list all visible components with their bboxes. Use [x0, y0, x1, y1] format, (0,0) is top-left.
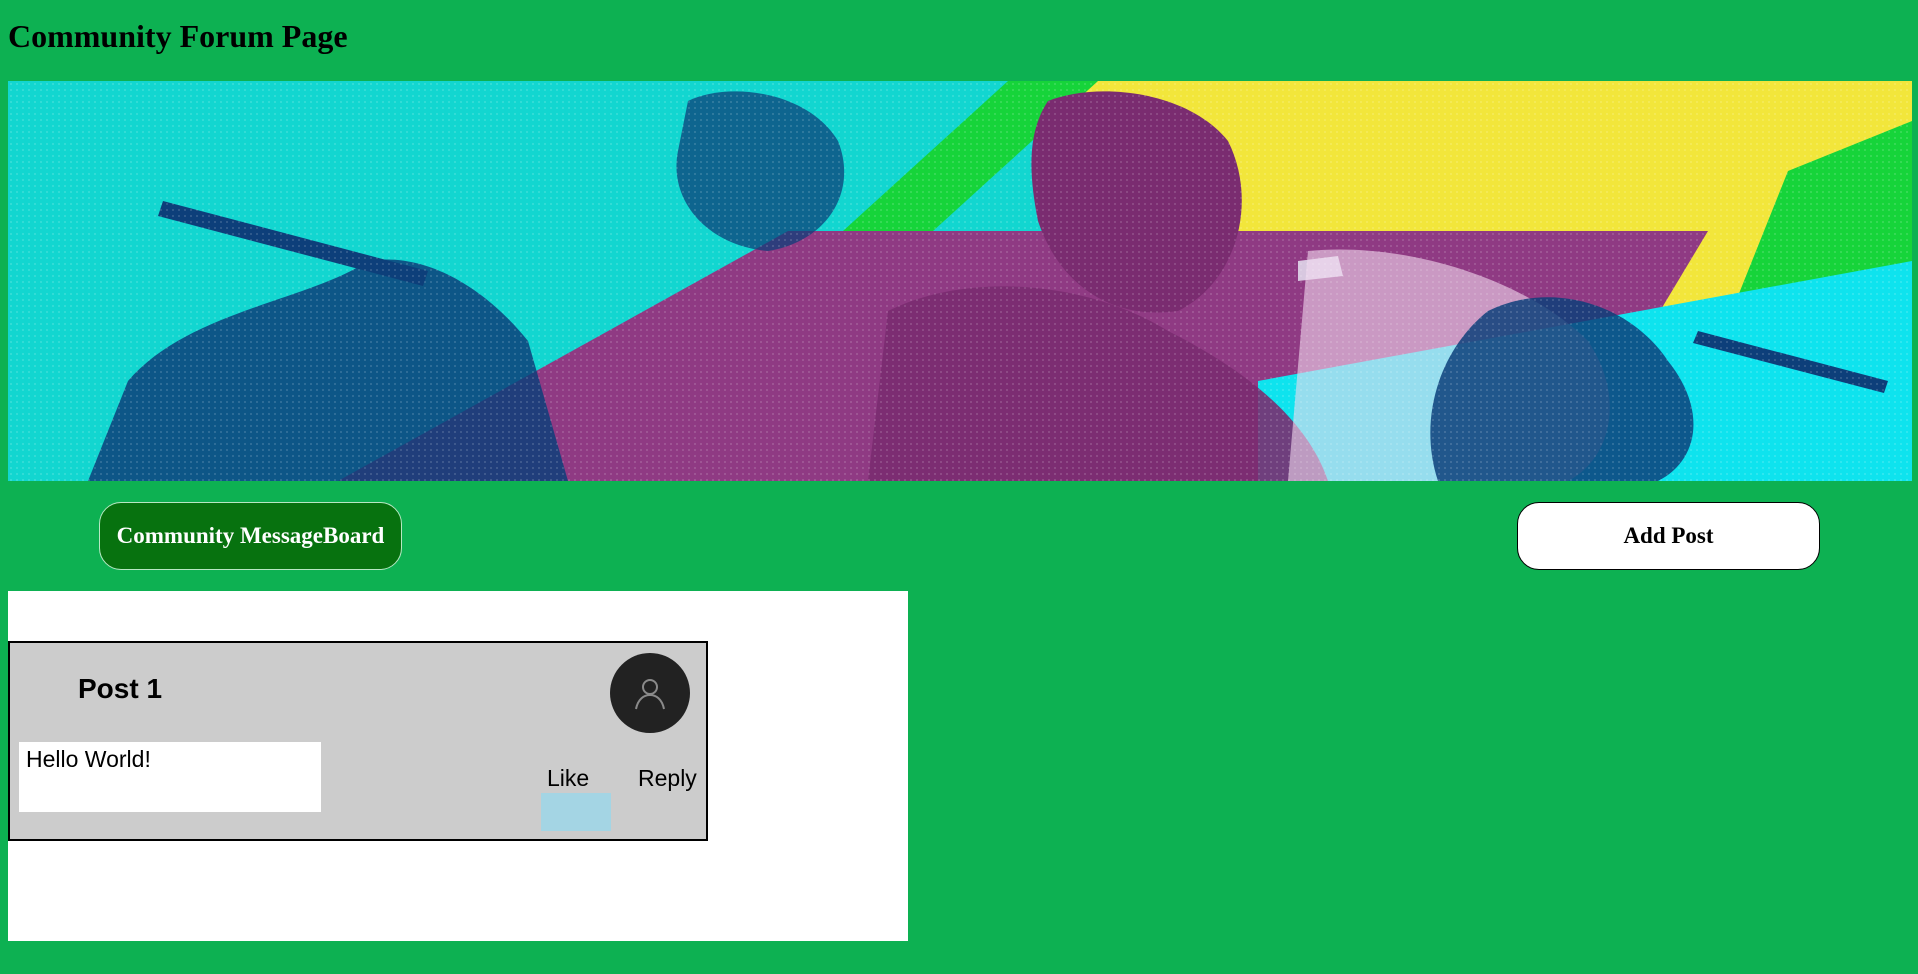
- like-label[interactable]: Like: [547, 765, 589, 792]
- post-body: Hello World!: [19, 742, 321, 812]
- page-title: Community Forum Page: [8, 18, 348, 54]
- concert-collage-graphic: [8, 81, 1912, 481]
- add-post-button[interactable]: Add Post: [1517, 502, 1820, 570]
- post-title: Post 1: [78, 673, 163, 704]
- user-icon: [635, 679, 665, 710]
- message-board-panel: Post 1 Hello World! Like Reply: [8, 591, 908, 941]
- user-avatar: [610, 653, 690, 733]
- post-card: Post 1 Hello World! Like Reply: [8, 641, 708, 841]
- community-messageboard-button[interactable]: Community MessageBoard: [99, 502, 402, 570]
- like-button[interactable]: [541, 793, 611, 831]
- reply-button[interactable]: Reply: [638, 765, 697, 792]
- banner-image: [8, 81, 1912, 481]
